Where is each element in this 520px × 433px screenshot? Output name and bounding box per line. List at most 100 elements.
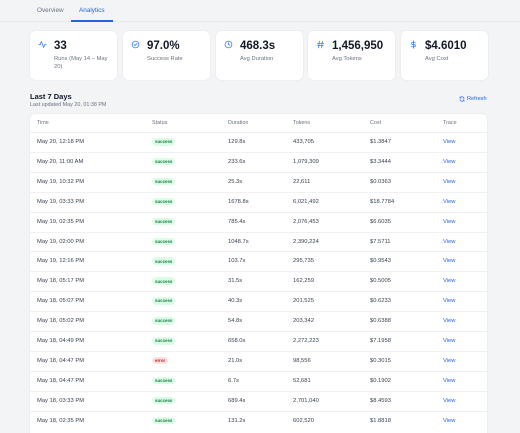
row-status-cell: success	[152, 297, 176, 305]
stat-card-avg-cost: $4.6010 Avg Cost	[401, 31, 488, 80]
row-duration: 785.4s	[228, 218, 246, 225]
row-duration: 21.0s	[228, 357, 243, 364]
clock-icon	[224, 40, 233, 49]
row-tokens: 6,021,492	[293, 198, 319, 205]
row-tokens: 2,390,224	[293, 238, 319, 245]
table-row: May 18, 03:33 PM success 689.4s 2,701,040 $8…	[30, 390, 487, 411]
row-status-cell: error	[152, 356, 169, 365]
stat-card-avg-duration: 468.3s Avg Duration	[216, 31, 303, 80]
view-trace-link[interactable]: View	[443, 159, 455, 165]
row-time: May 18, 04:47 PM	[37, 377, 85, 384]
row-time: May 18, 05:07 PM	[37, 298, 85, 305]
last-updated-text: Last updated May 20, 01:38 PM	[30, 102, 107, 108]
column-header-trace: Trace	[443, 120, 457, 126]
row-status-cell: success	[152, 197, 176, 206]
row-duration: 658.0s	[228, 338, 246, 344]
table-row: May 18, 05:17 PM success 31.5s 162,259 $0.50…	[30, 271, 487, 291]
row-time: May 19, 02:35 PM	[37, 218, 85, 225]
view-trace-link[interactable]: View	[443, 258, 455, 264]
row-cost: $0.3015	[370, 357, 391, 364]
row-cost: $6.6035	[370, 218, 391, 225]
row-duration: 129.8s	[228, 139, 246, 145]
row-duration: 131.2s	[228, 417, 246, 424]
status-badge: success	[152, 396, 176, 405]
row-cost: $8.4593	[370, 397, 391, 404]
row-duration: 689.4s	[228, 397, 246, 404]
stat-card-success-rate: 97.0% Success Rate	[123, 31, 210, 80]
stat-value: $4.6010	[425, 40, 467, 52]
stat-label: Avg Duration	[240, 56, 274, 62]
row-status-cell: success	[152, 416, 176, 425]
view-trace-link[interactable]: View	[443, 418, 455, 424]
row-time: May 18, 03:33 PM	[37, 397, 85, 404]
view-trace-link[interactable]: View	[443, 338, 455, 344]
row-time: May 20, 12:18 PM	[37, 139, 85, 145]
status-badge: error	[152, 356, 169, 365]
stat-value: 97.0%	[147, 40, 180, 52]
row-tokens: 2,272,223	[293, 338, 319, 344]
status-badge: success	[152, 138, 176, 146]
status-badge: success	[152, 237, 176, 246]
view-trace-link[interactable]: View	[443, 219, 455, 225]
row-tokens: 433,705	[293, 139, 314, 145]
column-header-duration: Duration	[228, 120, 249, 126]
view-trace-link[interactable]: View	[443, 298, 455, 304]
view-trace-link[interactable]: View	[443, 139, 455, 145]
row-cost: $0.9543	[370, 258, 391, 265]
row-duration: 1678.8s	[228, 198, 249, 205]
row-duration: 6.7s	[228, 377, 239, 384]
status-badge: success	[152, 277, 176, 285]
table-row: May 19, 12:16 PM success 103.7s 295,735 $0.9…	[30, 251, 487, 271]
row-cost: $0.6388	[370, 318, 391, 325]
row-cost: $7.1958	[370, 338, 391, 344]
status-badge: success	[152, 257, 176, 265]
row-time: May 18, 02:35 PM	[37, 417, 85, 424]
table-row: May 18, 05:07 PM success 40.3s 201,525 $0.62…	[30, 291, 487, 311]
view-trace-link[interactable]: View	[443, 278, 455, 284]
column-header-cost: Cost	[370, 120, 382, 126]
row-tokens: 1,079,309	[293, 158, 319, 165]
stat-label: Success Rate	[147, 56, 183, 62]
row-tokens: 162,259	[293, 278, 314, 285]
view-trace-link[interactable]: View	[443, 378, 455, 384]
row-cost: $0.1902	[370, 377, 391, 384]
row-status-cell: success	[152, 257, 176, 265]
tab-bar: Overview Analytics	[0, 0, 520, 22]
stat-label: Avg Tokens	[332, 56, 362, 62]
row-duration: 40.3s	[228, 298, 243, 305]
tab-analytics[interactable]: Analytics	[79, 7, 105, 14]
refresh-button[interactable]: Refresh	[459, 96, 487, 102]
status-badge: success	[152, 297, 176, 305]
row-status-cell: success	[152, 277, 176, 285]
row-time: May 20, 11:00 AM	[37, 158, 84, 165]
table-row: May 19, 03:33 PM success 1678.8s 6,021,492 $…	[30, 191, 487, 212]
status-badge: success	[152, 337, 176, 345]
stat-value: 468.3s	[240, 40, 276, 52]
row-time: May 19, 10:32 PM	[37, 178, 85, 185]
view-trace-link[interactable]: View	[443, 358, 455, 364]
view-trace-link[interactable]: View	[443, 199, 455, 205]
row-cost: $7.5711	[370, 238, 391, 245]
row-duration: 1048.7s	[228, 238, 249, 245]
row-tokens: 52,681	[293, 377, 311, 384]
row-time: May 19, 03:33 PM	[37, 198, 85, 205]
view-trace-link[interactable]: View	[443, 398, 455, 404]
row-tokens: 2,701,040	[293, 397, 319, 404]
row-time: May 18, 04:47 PM	[37, 357, 85, 364]
stat-card-runs: 33 Runs (May 14 – May 20)	[30, 31, 117, 80]
row-time: May 18, 05:02 PM	[37, 318, 85, 325]
view-trace-link[interactable]: View	[443, 179, 455, 185]
stat-card-avg-tokens: 1,456,950 Avg Tokens	[308, 31, 395, 80]
row-duration: 25.3s	[228, 178, 243, 185]
tab-overview[interactable]: Overview	[37, 7, 64, 14]
row-duration: 233.6s	[228, 158, 246, 165]
row-status-cell: success	[152, 217, 176, 226]
row-cost: $3.3444	[370, 158, 391, 165]
status-badge: success	[152, 317, 176, 325]
row-time: May 18, 05:17 PM	[37, 278, 85, 285]
view-trace-link[interactable]: View	[443, 318, 455, 324]
hash-icon	[316, 40, 324, 49]
table-row: May 19, 02:00 PM success 1048.7s 2,390,224 $…	[30, 231, 487, 252]
status-badge: success	[152, 376, 176, 385]
view-trace-link[interactable]: View	[443, 239, 455, 245]
